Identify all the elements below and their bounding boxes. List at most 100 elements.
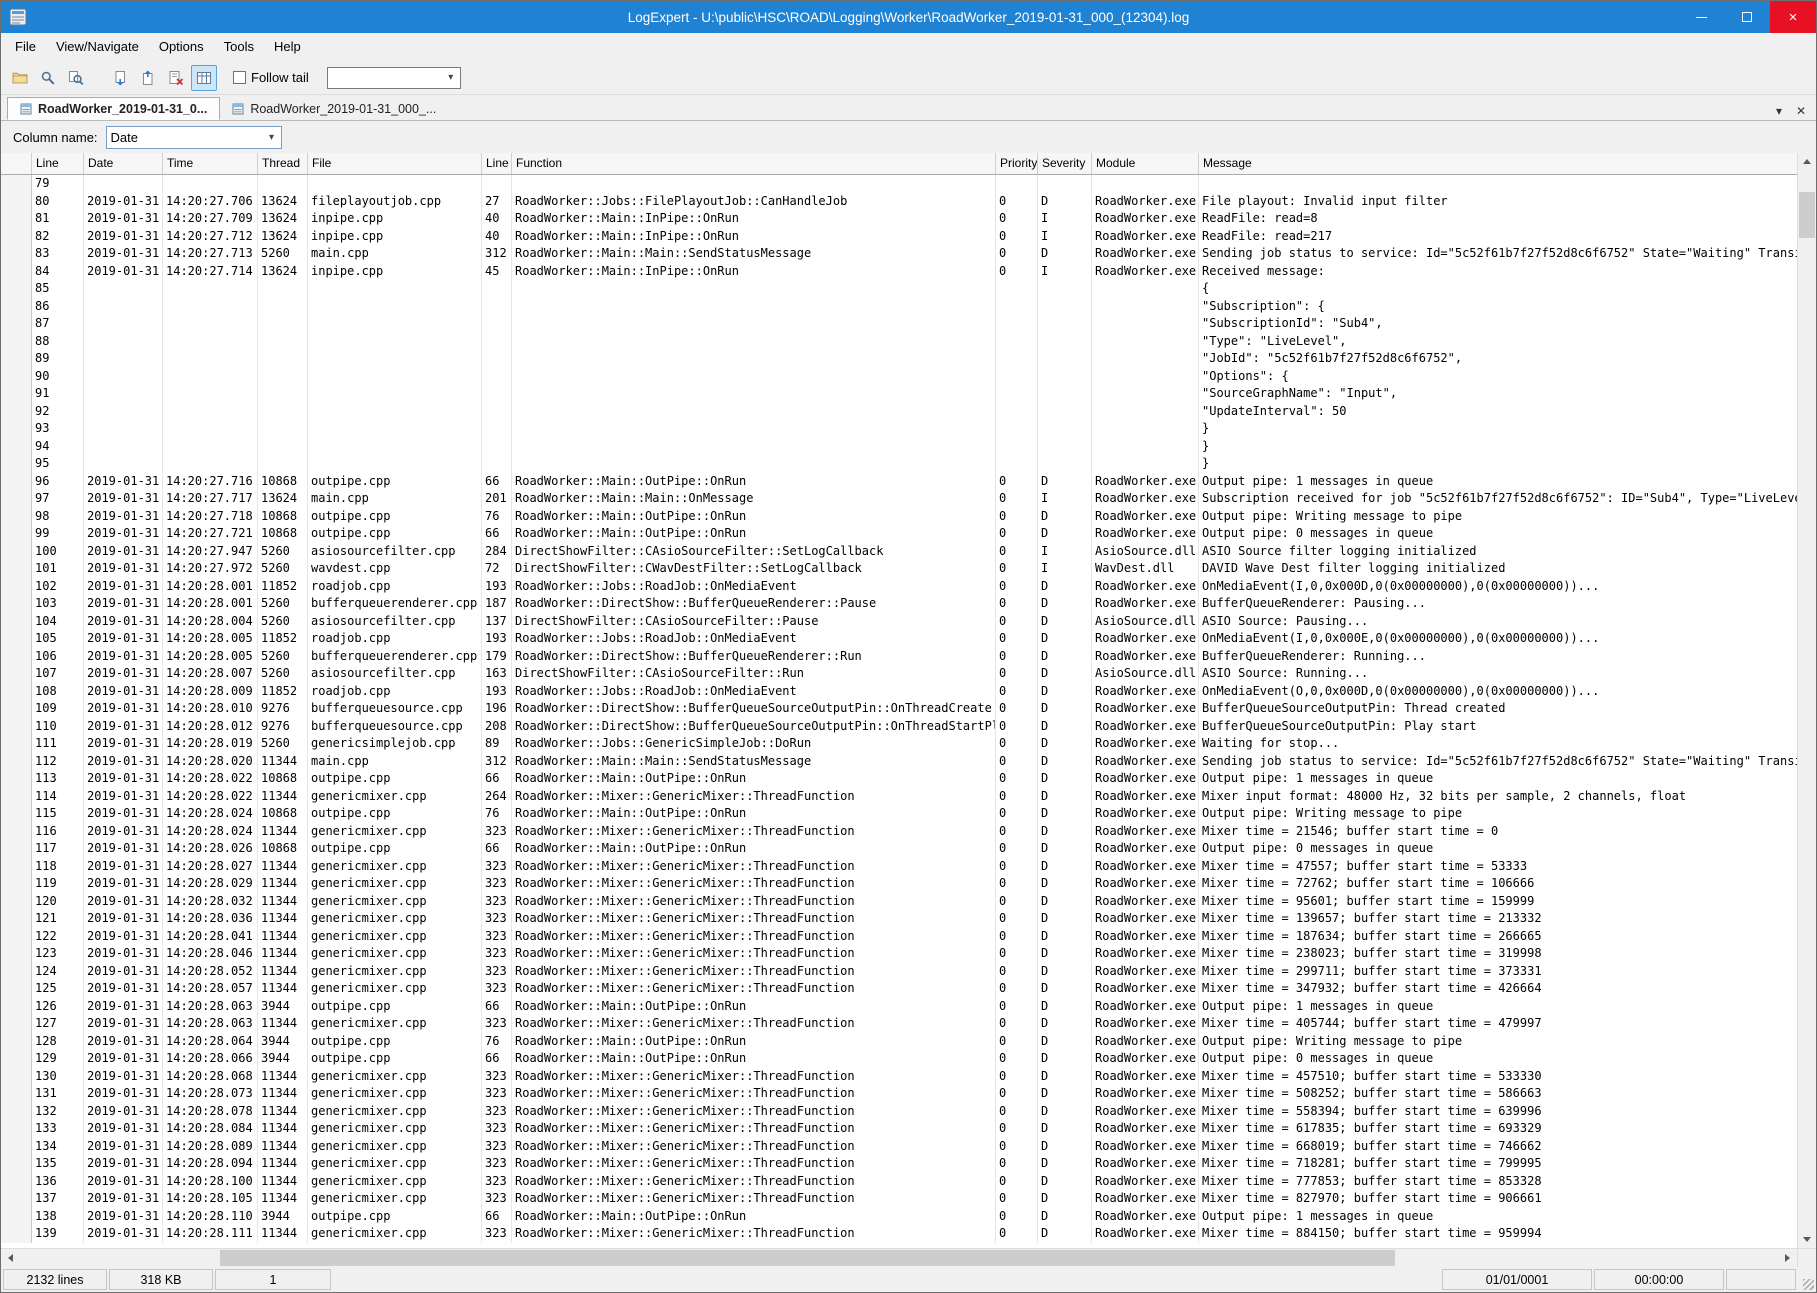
log-row[interactable]: 1122019-01-3114:20:28.02011344main.cpp31… xyxy=(1,753,1797,771)
log-row[interactable]: 90"Options": { xyxy=(1,368,1797,386)
tab-list-dropdown-button[interactable]: ▾ xyxy=(1770,102,1788,120)
log-row[interactable]: 832019-01-3114:20:27.7135260main.cpp312R… xyxy=(1,245,1797,263)
row-selector[interactable] xyxy=(1,683,32,701)
grid-corner-cell[interactable] xyxy=(1,153,32,174)
row-selector[interactable] xyxy=(1,1068,32,1086)
tab-roadworker-log-1[interactable]: RoadWorker_2019-01-31_0... xyxy=(7,97,220,120)
row-selector[interactable] xyxy=(1,823,32,841)
row-selector[interactable] xyxy=(1,805,32,823)
close-button[interactable]: × xyxy=(1770,1,1816,33)
row-selector[interactable] xyxy=(1,910,32,928)
tab-roadworker-log-2[interactable]: RoadWorker_2019-01-31_000_... xyxy=(220,97,448,120)
log-row[interactable]: 962019-01-3114:20:27.71610868outpipe.cpp… xyxy=(1,473,1797,491)
log-row[interactable]: 982019-01-3114:20:27.71810868outpipe.cpp… xyxy=(1,508,1797,526)
log-row[interactable]: 972019-01-3114:20:27.71713624main.cpp201… xyxy=(1,490,1797,508)
log-row[interactable]: 94} xyxy=(1,438,1797,456)
row-selector[interactable] xyxy=(1,333,32,351)
horizontal-scrollbar[interactable] xyxy=(1,1248,1816,1267)
row-selector[interactable] xyxy=(1,508,32,526)
log-row[interactable]: 1012019-01-3114:20:27.9725260wavdest.cpp… xyxy=(1,560,1797,578)
scroll-up-button[interactable] xyxy=(1798,153,1816,170)
log-row[interactable]: 1252019-01-3114:20:28.05711344genericmix… xyxy=(1,980,1797,998)
row-selector[interactable] xyxy=(1,665,32,683)
log-row[interactable]: 1032019-01-3114:20:28.0015260bufferqueue… xyxy=(1,595,1797,613)
column-name-combobox[interactable]: Date ▾ xyxy=(106,126,282,149)
open-file-button[interactable] xyxy=(7,65,33,91)
row-selector[interactable] xyxy=(1,858,32,876)
next-bookmark-button[interactable] xyxy=(135,65,161,91)
row-selector[interactable] xyxy=(1,1173,32,1191)
log-row[interactable]: 1212019-01-3114:20:28.03611344genericmix… xyxy=(1,910,1797,928)
log-row[interactable]: 86"Subscription": { xyxy=(1,298,1797,316)
row-selector[interactable] xyxy=(1,875,32,893)
column-header-line[interactable]: Line xyxy=(482,153,512,174)
log-row[interactable]: 1382019-01-3114:20:28.1103944outpipe.cpp… xyxy=(1,1208,1797,1226)
column-header-message[interactable]: Message xyxy=(1199,153,1797,174)
vertical-scroll-track[interactable] xyxy=(1798,170,1816,1231)
row-selector[interactable] xyxy=(1,630,32,648)
search-button[interactable] xyxy=(35,65,61,91)
log-row[interactable]: 1342019-01-3114:20:28.08911344genericmix… xyxy=(1,1138,1797,1156)
log-row[interactable]: 1392019-01-3114:20:28.11111344genericmix… xyxy=(1,1225,1797,1243)
row-selector[interactable] xyxy=(1,543,32,561)
row-selector[interactable] xyxy=(1,998,32,1016)
row-selector[interactable] xyxy=(1,490,32,508)
column-header-thread[interactable]: Thread xyxy=(258,153,308,174)
row-selector[interactable] xyxy=(1,210,32,228)
log-row[interactable]: 1202019-01-3114:20:28.03211344genericmix… xyxy=(1,893,1797,911)
log-row[interactable]: 89"JobId": "5c52f61b7f27f52d8c6f6752", xyxy=(1,350,1797,368)
row-selector[interactable] xyxy=(1,1138,32,1156)
row-selector[interactable] xyxy=(1,193,32,211)
log-row[interactable]: 1232019-01-3114:20:28.04611344genericmix… xyxy=(1,945,1797,963)
log-row[interactable]: 93} xyxy=(1,420,1797,438)
scroll-left-button[interactable] xyxy=(1,1249,20,1267)
log-row[interactable]: 1332019-01-3114:20:28.08411344genericmix… xyxy=(1,1120,1797,1138)
log-row[interactable]: 1272019-01-3114:20:28.06311344genericmix… xyxy=(1,1015,1797,1033)
row-selector[interactable] xyxy=(1,403,32,421)
log-row[interactable]: 1042019-01-3114:20:28.0045260asiosourcef… xyxy=(1,613,1797,631)
log-row[interactable]: 1352019-01-3114:20:28.09411344genericmix… xyxy=(1,1155,1797,1173)
follow-tail-checkbox[interactable]: Follow tail xyxy=(233,70,309,85)
row-selector[interactable] xyxy=(1,753,32,771)
log-row[interactable]: 1142019-01-3114:20:28.02211344genericmix… xyxy=(1,788,1797,806)
row-selector[interactable] xyxy=(1,1015,32,1033)
row-selector[interactable] xyxy=(1,1208,32,1226)
menu-help[interactable]: Help xyxy=(264,33,311,61)
row-selector[interactable] xyxy=(1,560,32,578)
log-row[interactable]: 95} xyxy=(1,455,1797,473)
log-row[interactable]: 802019-01-3114:20:27.70613624fileplayout… xyxy=(1,193,1797,211)
column-header-date[interactable]: Date xyxy=(84,153,163,174)
log-row[interactable]: 1162019-01-3114:20:28.02411344genericmix… xyxy=(1,823,1797,841)
column-header-time[interactable]: Time xyxy=(163,153,258,174)
row-selector[interactable] xyxy=(1,840,32,858)
row-selector[interactable] xyxy=(1,700,32,718)
row-selector[interactable] xyxy=(1,1120,32,1138)
log-row[interactable]: 1102019-01-3114:20:28.0129276bufferqueue… xyxy=(1,718,1797,736)
log-row[interactable]: 1172019-01-3114:20:28.02610868outpipe.cp… xyxy=(1,840,1797,858)
horizontal-scroll-thumb[interactable] xyxy=(220,1250,1395,1266)
menu-view-navigate[interactable]: View/Navigate xyxy=(46,33,149,61)
row-selector[interactable] xyxy=(1,578,32,596)
row-selector[interactable] xyxy=(1,735,32,753)
resize-grip[interactable] xyxy=(1798,1269,1814,1290)
row-selector[interactable] xyxy=(1,280,32,298)
log-row[interactable]: 992019-01-3114:20:27.72110868outpipe.cpp… xyxy=(1,525,1797,543)
log-row[interactable]: 1022019-01-3114:20:28.00111852roadjob.cp… xyxy=(1,578,1797,596)
maximize-button[interactable] xyxy=(1724,1,1770,33)
row-selector[interactable] xyxy=(1,438,32,456)
log-row[interactable]: 1192019-01-3114:20:28.02911344genericmix… xyxy=(1,875,1797,893)
row-selector[interactable] xyxy=(1,525,32,543)
log-row[interactable]: 1242019-01-3114:20:28.05211344genericmix… xyxy=(1,963,1797,981)
log-row[interactable]: 1062019-01-3114:20:28.0055260bufferqueue… xyxy=(1,648,1797,666)
log-row[interactable]: 87"SubscriptionId": "Sub4", xyxy=(1,315,1797,333)
row-selector[interactable] xyxy=(1,893,32,911)
vertical-scrollbar[interactable] xyxy=(1797,153,1816,1248)
column-header-module[interactable]: Module xyxy=(1092,153,1199,174)
log-row[interactable]: 1052019-01-3114:20:28.00511852roadjob.cp… xyxy=(1,630,1797,648)
log-row[interactable]: 1372019-01-3114:20:28.10511344genericmix… xyxy=(1,1190,1797,1208)
log-row[interactable]: 91"SourceGraphName": "Input", xyxy=(1,385,1797,403)
search-filter-button[interactable] xyxy=(63,65,89,91)
column-header-severity[interactable]: Severity xyxy=(1038,153,1092,174)
row-selector[interactable] xyxy=(1,1190,32,1208)
log-row[interactable]: 1312019-01-3114:20:28.07311344genericmix… xyxy=(1,1085,1797,1103)
